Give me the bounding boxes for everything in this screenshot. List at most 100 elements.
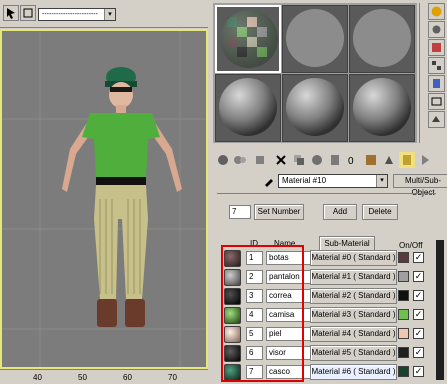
on-off-checkbox[interactable]: ✓ <box>413 290 424 301</box>
count-field[interactable]: 7 <box>229 205 251 219</box>
on-off-checkbox[interactable]: ✓ <box>413 366 424 377</box>
reset-icon[interactable] <box>273 152 289 168</box>
show-map-icon[interactable] <box>363 152 379 168</box>
color-swatch[interactable] <box>398 309 409 320</box>
id-field[interactable]: 6 <box>246 346 263 360</box>
make-copy-icon[interactable] <box>291 152 307 168</box>
eyedropper-icon[interactable] <box>263 175 275 189</box>
name-column-header[interactable]: Name <box>274 239 295 248</box>
uv-tiling-icon[interactable] <box>428 57 445 74</box>
color-swatch[interactable] <box>398 328 409 339</box>
ruler-tick: 40 <box>33 373 42 382</box>
id-field[interactable]: 7 <box>246 365 263 379</box>
options-icon[interactable] <box>428 111 445 128</box>
on-off-checkbox[interactable]: ✓ <box>413 309 424 320</box>
make-unique-icon[interactable] <box>309 152 325 168</box>
ruler-tick: 60 <box>123 373 132 382</box>
on-off-checkbox[interactable]: ✓ <box>413 328 424 339</box>
sub-material-button[interactable]: Material #5 ( Standard ) <box>310 345 397 361</box>
id-column-header[interactable]: ID <box>250 239 258 248</box>
sub-material-row: 6 visor Material #5 ( Standard ) ✓ <box>224 344 438 363</box>
material-type-button[interactable]: Multi/Sub-Object <box>393 174 447 197</box>
name-field[interactable]: correa <box>266 289 311 303</box>
sub-material-button[interactable]: Material #3 ( Standard ) <box>310 307 397 323</box>
material-slot[interactable] <box>282 5 348 73</box>
delete-button[interactable]: Delete <box>362 204 398 220</box>
material-swatch[interactable] <box>224 288 241 305</box>
get-material-icon[interactable] <box>215 152 231 168</box>
time-ruler[interactable]: 40 50 60 70 <box>0 369 208 384</box>
name-field[interactable]: casco <box>266 365 311 379</box>
sub-material-row: 1 botas Material #0 ( Standard ) ✓ <box>224 249 438 268</box>
sub-material-button[interactable]: Material #0 ( Standard ) <box>310 250 397 266</box>
material-slot[interactable] <box>349 74 415 142</box>
backlight-icon[interactable] <box>428 21 445 38</box>
material-slot[interactable] <box>215 74 281 142</box>
name-field[interactable]: botas <box>266 251 311 265</box>
name-field[interactable]: camisa <box>266 308 311 322</box>
set-number-button[interactable]: Set Number <box>254 204 304 220</box>
material-swatch[interactable] <box>224 250 241 267</box>
material-name-value: Material #10 <box>282 176 327 185</box>
video-color-check-icon[interactable] <box>428 75 445 92</box>
name-field[interactable]: piel <box>266 327 311 341</box>
sub-material-button[interactable]: Material #2 ( Standard ) <box>310 288 397 304</box>
sub-material-button[interactable]: Material #6 ( Standard ) <box>310 364 397 380</box>
show-end-result-icon[interactable] <box>381 152 397 168</box>
material-swatch[interactable] <box>224 364 241 381</box>
on-off-checkbox[interactable]: ✓ <box>413 347 424 358</box>
color-swatch[interactable] <box>398 271 409 282</box>
material-name-field[interactable]: Material #10 ▾ <box>278 174 388 188</box>
id-field[interactable]: 3 <box>246 289 263 303</box>
color-swatch[interactable] <box>398 290 409 301</box>
material-swatch[interactable] <box>224 345 241 362</box>
svg-text:0: 0 <box>348 156 354 167</box>
sub-material-row: 7 casco Material #6 ( Standard ) ✓ <box>224 363 438 382</box>
name-field[interactable]: pantalon <box>266 270 311 284</box>
add-button[interactable]: Add <box>323 204 357 220</box>
select-tool-icon[interactable] <box>3 5 19 21</box>
material-slot-active[interactable] <box>215 5 281 73</box>
material-side-toolbar <box>428 3 447 143</box>
sub-material-row: 2 pantalon Material #1 ( Standard ) ✓ <box>224 268 438 287</box>
selection-set-dropdown[interactable]: ------------------------ ▾ <box>38 8 116 21</box>
material-name-row: Material #10 ▾ Multi/Sub-Object <box>213 172 447 197</box>
on-off-checkbox[interactable]: ✓ <box>413 271 424 282</box>
transform-icon[interactable] <box>20 5 36 21</box>
go-to-parent-icon[interactable] <box>399 152 415 168</box>
panel-scrollbar[interactable] <box>436 240 444 380</box>
material-swatch[interactable] <box>224 269 241 286</box>
sample-type-icon[interactable] <box>428 3 445 20</box>
id-field[interactable]: 4 <box>246 308 263 322</box>
sub-material-button[interactable]: Material #4 ( Standard ) <box>310 326 397 342</box>
id-field[interactable]: 5 <box>246 327 263 341</box>
go-forward-sibling-icon[interactable] <box>417 152 433 168</box>
id-field[interactable]: 2 <box>246 270 263 284</box>
material-slot[interactable] <box>282 74 348 142</box>
put-to-scene-icon[interactable] <box>232 152 248 168</box>
material-swatch[interactable] <box>224 326 241 343</box>
background-icon[interactable] <box>428 39 445 56</box>
material-swatch[interactable] <box>224 307 241 324</box>
sub-material-button[interactable]: Material #1 ( Standard ) <box>310 269 397 285</box>
color-swatch[interactable] <box>398 252 409 263</box>
sub-material-row: 3 correa Material #2 ( Standard ) ✓ <box>224 287 438 306</box>
assign-to-selection-icon[interactable] <box>253 152 269 168</box>
id-field[interactable]: 1 <box>246 251 263 265</box>
put-to-library-icon[interactable] <box>327 152 343 168</box>
ruler-tick: 70 <box>168 373 177 382</box>
slots-scrollbar[interactable] <box>419 3 427 143</box>
make-preview-icon[interactable] <box>428 93 445 110</box>
dropdown-value: ------------------------ <box>42 11 98 18</box>
material-effects-channel-icon[interactable]: 0 <box>345 152 361 168</box>
on-off-checkbox[interactable]: ✓ <box>413 252 424 263</box>
character-model <box>0 29 208 369</box>
ruler-tick: 50 <box>78 373 87 382</box>
name-field[interactable]: visor <box>266 346 311 360</box>
sub-material-row: 5 piel Material #4 ( Standard ) ✓ <box>224 325 438 344</box>
perspective-viewport[interactable] <box>0 29 208 369</box>
color-swatch[interactable] <box>398 366 409 377</box>
color-swatch[interactable] <box>398 347 409 358</box>
material-slot[interactable] <box>349 5 415 73</box>
chevron-down-icon: ▾ <box>104 9 115 20</box>
